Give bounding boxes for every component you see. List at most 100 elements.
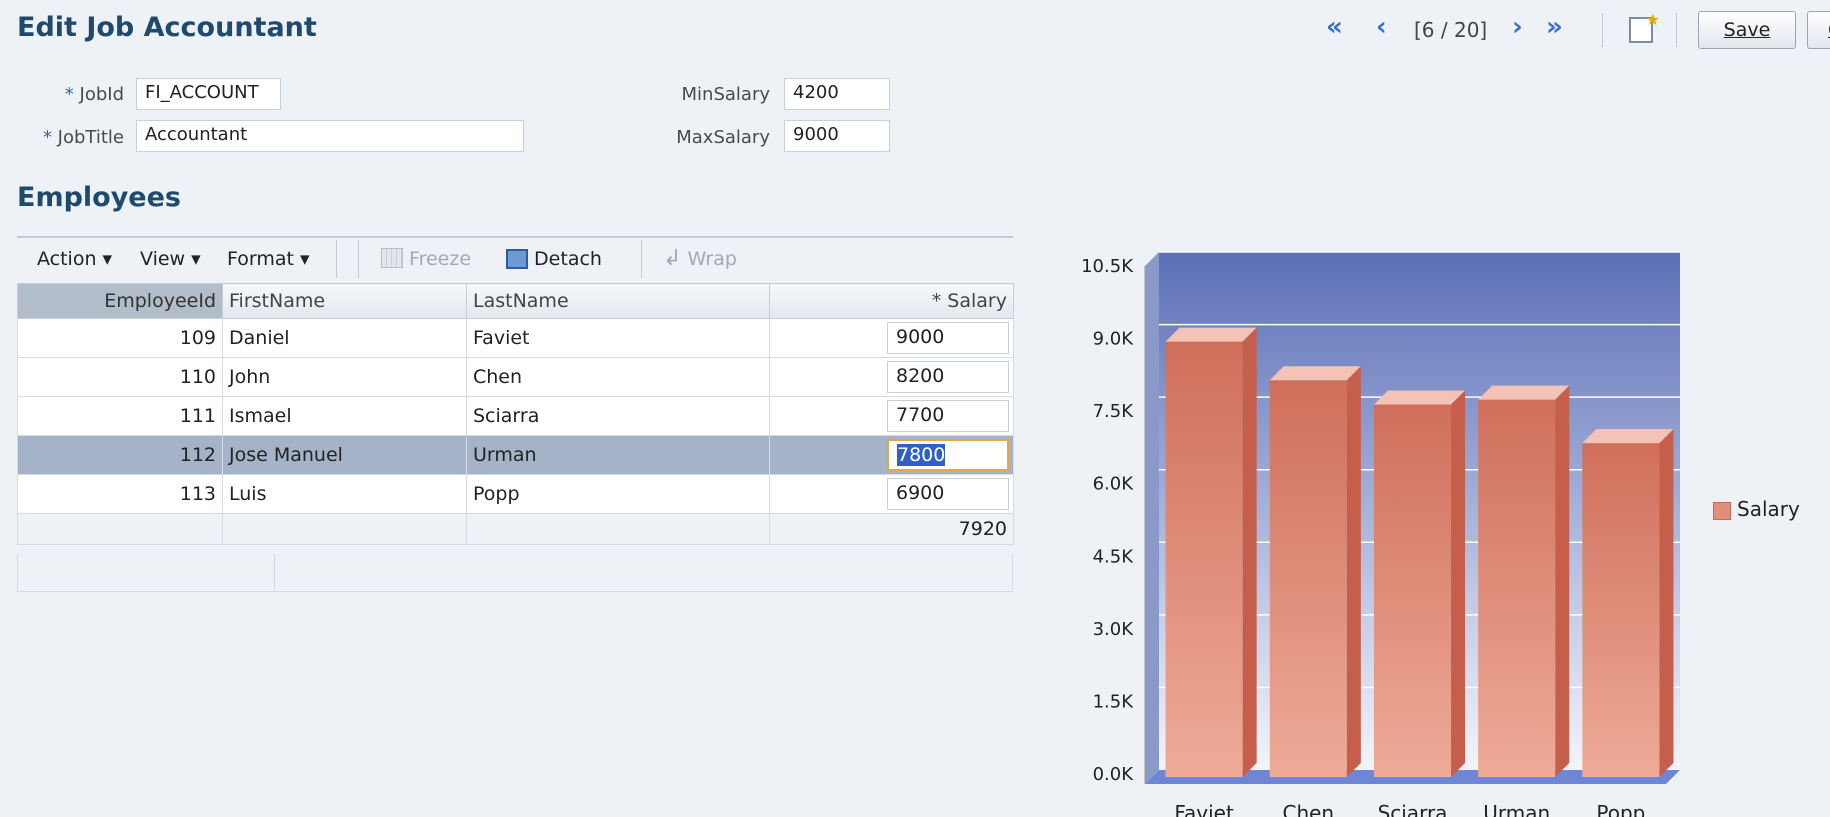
firstname-cell: Daniel	[222, 318, 467, 358]
previous-record-button[interactable]: ‹	[1376, 12, 1387, 42]
bar-side	[1242, 327, 1257, 777]
bar-front	[1478, 399, 1556, 777]
table-header-row: EmployeeId FirstName LastName * Salary	[17, 283, 1014, 319]
lastname-cell: Urman	[466, 435, 770, 475]
salary-input[interactable]: 9000	[887, 322, 1009, 354]
jobid-field[interactable]: FI_ACCOUNT	[136, 78, 281, 110]
table-row-selected[interactable]: 112 Jose Manuel Urman 7800	[17, 435, 1014, 475]
bar-side	[1451, 390, 1466, 777]
y-tick-label: 7.5K	[1093, 401, 1135, 422]
maxsalary-label: MaxSalary	[676, 127, 770, 148]
x-tick-label: Urman	[1483, 801, 1550, 817]
new-record-icon[interactable]	[1629, 10, 1660, 43]
lastname-cell: Faviet	[466, 318, 770, 358]
employeeid-cell: 112	[17, 435, 223, 475]
section-divider	[17, 236, 1013, 238]
maxsalary-field[interactable]: 9000	[784, 120, 890, 152]
view-menu[interactable]: View ▾	[140, 248, 201, 270]
table-row[interactable]: 109 Daniel Faviet 9000	[17, 318, 1014, 358]
salary-input-active[interactable]: 7800	[887, 439, 1009, 471]
x-tick-label: Chen	[1282, 801, 1334, 817]
salary-cell: 8200	[769, 357, 1014, 397]
detach-button[interactable]: Detach	[506, 248, 602, 270]
cancel-button[interactable]: Cancel	[1807, 11, 1830, 49]
employeeid-cell: 113	[17, 474, 223, 514]
bar-popp	[1582, 429, 1674, 777]
employeeid-cell: 110	[17, 357, 223, 397]
table-row[interactable]: 113 Luis Popp 6900	[17, 474, 1014, 514]
bar-front	[1582, 443, 1660, 777]
x-tick-label: Faviet	[1174, 801, 1234, 817]
column-header-employeeid[interactable]: EmployeeId	[17, 283, 223, 319]
record-pager: [6 / 20]	[1414, 18, 1488, 42]
x-tick-label: Sciarra	[1378, 801, 1448, 817]
lastname-cell: Popp	[466, 474, 770, 514]
salary-input[interactable]: 8200	[887, 361, 1009, 393]
bar-faviet	[1165, 327, 1257, 777]
table-row[interactable]: 111 Ismael Sciarra 7700	[17, 396, 1014, 436]
jobtitle-field[interactable]: Accountant	[136, 120, 524, 152]
salary-input[interactable]: 6900	[887, 478, 1009, 510]
table-row[interactable]: 110 John Chen 8200	[17, 357, 1014, 397]
salary-cell: 6900	[769, 474, 1014, 514]
chevron-right-icon: ›	[1512, 12, 1523, 42]
firstname-cell: Ismael	[222, 396, 467, 436]
bar-top	[1582, 429, 1674, 444]
table-total-row: 7920	[17, 513, 1014, 545]
bar-sciarra	[1373, 390, 1466, 777]
bar-front	[1165, 341, 1243, 777]
y-tick-label: 1.5K	[1093, 691, 1135, 712]
x-tick-label: Popp	[1596, 801, 1645, 817]
jobid-label: * JobId	[64, 84, 124, 105]
double-chevron-right-icon: »	[1546, 12, 1563, 42]
last-record-button[interactable]: »	[1546, 12, 1563, 42]
employeeid-cell: 111	[17, 396, 223, 436]
freeze-icon	[381, 248, 403, 268]
legend-swatch	[1713, 502, 1731, 520]
salary-cell: 7700	[769, 396, 1014, 436]
y-tick-label: 0.0K	[1093, 764, 1135, 785]
wrap-button[interactable]: ↲ Wrap	[663, 246, 737, 271]
jobtitle-label: * JobTitle	[42, 127, 124, 148]
toolbar-separator	[1602, 13, 1603, 47]
lastname-cell: Chen	[466, 357, 770, 397]
column-header-salary[interactable]: * Salary	[769, 283, 1014, 319]
page-title: Edit Job Accountant	[17, 12, 317, 43]
column-header-firstname[interactable]: FirstName	[222, 283, 467, 319]
legend-label: Salary	[1737, 497, 1800, 521]
salary-cell: 9000	[769, 318, 1014, 358]
plot-side-wall	[1145, 252, 1159, 784]
action-menu[interactable]: Action ▾	[37, 248, 112, 270]
chevron-left-icon: ‹	[1376, 12, 1387, 42]
format-menu[interactable]: Format ▾	[227, 248, 310, 270]
y-tick-label: 4.5K	[1093, 546, 1135, 567]
bar-top	[1165, 327, 1257, 342]
toolbar-separator	[336, 240, 337, 278]
freeze-button[interactable]: Freeze	[381, 248, 471, 270]
y-tick-label: 10.5K	[1081, 256, 1134, 277]
minsalary-field[interactable]: 4200	[784, 78, 890, 110]
bar-front	[1373, 404, 1452, 777]
bar-top	[1373, 390, 1466, 405]
bar-side	[1555, 385, 1570, 777]
first-record-button[interactable]: «	[1326, 12, 1343, 42]
column-header-lastname[interactable]: LastName	[466, 283, 770, 319]
save-button[interactable]: Save	[1698, 11, 1796, 49]
double-chevron-left-icon: «	[1326, 12, 1343, 42]
section-title: Employees	[17, 182, 182, 213]
toolbar-separator	[641, 240, 642, 278]
salary-input[interactable]: 7700	[887, 400, 1009, 432]
wrap-icon: ↲	[663, 246, 682, 271]
salary-cell: 7800	[769, 435, 1014, 475]
minsalary-label: MinSalary	[681, 84, 770, 105]
lastname-cell: Sciarra	[466, 396, 770, 436]
salary-total: 7920	[769, 513, 1014, 545]
firstname-cell: Luis	[222, 474, 467, 514]
bar-top	[1269, 366, 1361, 381]
next-record-button[interactable]: ›	[1512, 12, 1523, 42]
bar-urman	[1478, 385, 1570, 777]
bar-chen	[1269, 366, 1361, 777]
firstname-cell: John	[222, 357, 467, 397]
bar-front	[1269, 380, 1347, 777]
table-footer	[17, 554, 1013, 592]
